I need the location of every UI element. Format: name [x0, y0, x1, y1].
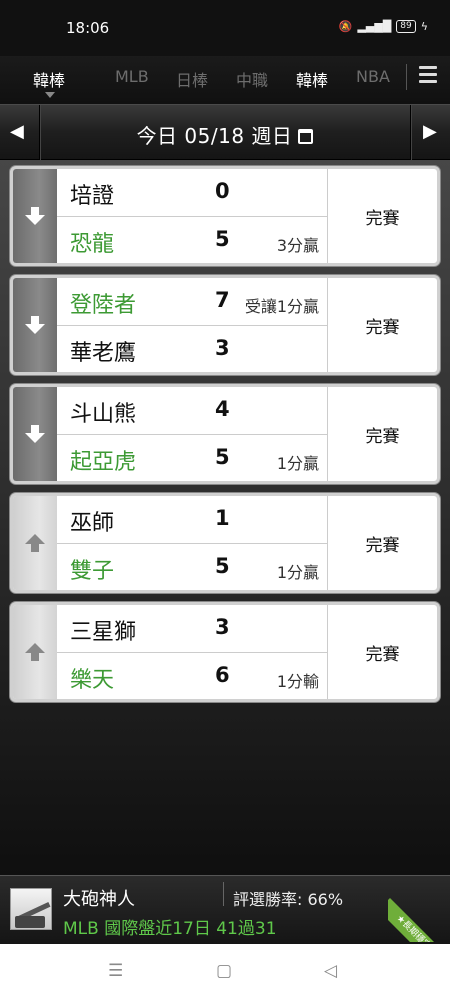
team-name: 雙子	[70, 559, 115, 584]
game-list: 培證 0 恐龍 5 3分贏 完賽 登陸者 7 受讓1分贏 華老鷹 3 完賽 斗山…	[0, 160, 450, 875]
active-tab-caret-icon	[45, 92, 55, 98]
team-score: 7	[215, 288, 230, 312]
game-card[interactable]: 登陸者 7 受讓1分贏 華老鷹 3 完賽	[10, 275, 440, 375]
charging-icon: ϟ	[420, 20, 428, 33]
team-row: 培證 0	[57, 169, 327, 216]
team-score: 3	[215, 615, 230, 639]
team-row: 巫師 1	[57, 496, 327, 543]
system-nav-bar: ☰ ▢ ◁	[0, 944, 450, 1000]
tab-kbo-2[interactable]: 韓棒	[296, 67, 328, 91]
result-note: 1分贏	[276, 454, 319, 473]
team-score: 0	[215, 179, 230, 203]
game-status: 完賽	[327, 278, 437, 372]
team-name: 樂天	[70, 668, 115, 693]
arrow-up-icon	[25, 534, 45, 552]
team-row: 恐龍 5 3分贏	[57, 216, 327, 263]
calendar-icon[interactable]	[298, 129, 314, 144]
win-rate: 評選勝率: 66%	[233, 890, 344, 909]
team-name: 起亞虎	[70, 450, 137, 475]
banner-divider	[223, 882, 224, 906]
team-score: 5	[215, 554, 230, 578]
arrow-down-icon	[25, 425, 45, 443]
team-score: 5	[215, 445, 230, 469]
team-row: 華老鷹 3	[57, 325, 327, 372]
mute-icon: 🔕	[338, 20, 353, 33]
arrow-down-icon	[25, 207, 45, 225]
signal-icon: ▂▄▆█	[357, 20, 392, 33]
team-score: 1	[215, 506, 230, 530]
team-name: 登陸者	[70, 293, 137, 318]
side-panel	[13, 605, 57, 699]
team-row: 三星獅 3	[57, 605, 327, 652]
team-score: 6	[215, 663, 230, 687]
recent-apps-icon[interactable]: ☰	[108, 961, 123, 981]
team-row: 斗山熊 4	[57, 387, 327, 434]
battery-icon: 89	[396, 20, 416, 33]
arrow-up-icon	[25, 643, 45, 661]
side-panel	[13, 496, 57, 590]
expert-name: 大砲神人	[63, 889, 135, 910]
game-status: 完賽	[327, 605, 437, 699]
tab-kbo[interactable]: 韓棒	[33, 67, 65, 91]
team-name: 恐龍	[70, 232, 115, 257]
team-name: 華老鷹	[70, 341, 137, 366]
result-note: 1分贏	[276, 563, 319, 582]
tab-mlb[interactable]: MLB	[115, 67, 149, 86]
team-score: 4	[215, 397, 230, 421]
team-name: 巫師	[70, 511, 115, 536]
date-selector[interactable]: 今日 05/18 週日	[0, 120, 450, 149]
team-name: 斗山熊	[70, 402, 137, 427]
home-icon[interactable]: ▢	[216, 961, 232, 981]
game-card[interactable]: 斗山熊 4 起亞虎 5 1分贏 完賽	[10, 384, 440, 484]
date-label: 今日 05/18 週日	[136, 124, 293, 148]
date-divider-right	[410, 105, 411, 161]
team-name: 培證	[70, 184, 115, 209]
result-note: 1分輸	[276, 672, 319, 691]
team-row: 雙子 5 1分贏	[57, 543, 327, 590]
expert-record: MLB 國際盤近17日 41過31	[63, 919, 277, 939]
expert-banner[interactable]: 大砲神人 評選勝率: 66% MLB 國際盤近17日 41過31 ★長期穩定★	[0, 875, 450, 944]
game-status: 完賽	[327, 496, 437, 590]
game-card[interactable]: 巫師 1 雙子 5 1分贏 完賽	[10, 493, 440, 593]
side-panel	[13, 387, 57, 481]
side-panel	[13, 169, 57, 263]
ribbon-label: ★長期穩定★	[388, 898, 450, 942]
date-bar: ◀ 今日 05/18 週日 ▶	[0, 104, 450, 161]
back-icon[interactable]: ◁	[324, 961, 337, 981]
status-time: 18:06	[66, 19, 110, 37]
team-row: 起亞虎 5 1分贏	[57, 434, 327, 481]
result-note: 受讓1分贏	[244, 297, 319, 316]
stable-ribbon-badge: ★長期穩定★	[388, 880, 450, 942]
team-score: 5	[215, 227, 230, 251]
status-icons: 🔕 ▂▄▆█ 89 ϟ	[339, 20, 428, 33]
tab-divider	[406, 64, 407, 90]
tab-npb[interactable]: 日棒	[176, 67, 208, 91]
arrow-down-icon	[25, 316, 45, 334]
team-score: 3	[215, 336, 230, 360]
tab-cpbl[interactable]: 中職	[236, 67, 268, 91]
team-row: 登陸者 7 受讓1分贏	[57, 278, 327, 325]
side-panel	[13, 278, 57, 372]
result-note: 3分贏	[276, 236, 319, 255]
game-status: 完賽	[327, 169, 437, 263]
menu-icon[interactable]	[419, 66, 437, 86]
game-status: 完賽	[327, 387, 437, 481]
game-card[interactable]: 三星獅 3 樂天 6 1分輸 完賽	[10, 602, 440, 702]
expert-avatar	[10, 888, 52, 930]
league-tabs: 韓棒 MLB 日棒 中職 韓棒 NBA	[0, 56, 450, 104]
status-bar: 18:06 🔕 ▂▄▆█ 89 ϟ	[0, 0, 450, 56]
game-card[interactable]: 培證 0 恐龍 5 3分贏 完賽	[10, 166, 440, 266]
team-row: 樂天 6 1分輸	[57, 652, 327, 699]
chevron-right-icon[interactable]: ▶	[423, 121, 437, 142]
tab-nba[interactable]: NBA	[356, 67, 390, 86]
team-name: 三星獅	[70, 620, 137, 645]
